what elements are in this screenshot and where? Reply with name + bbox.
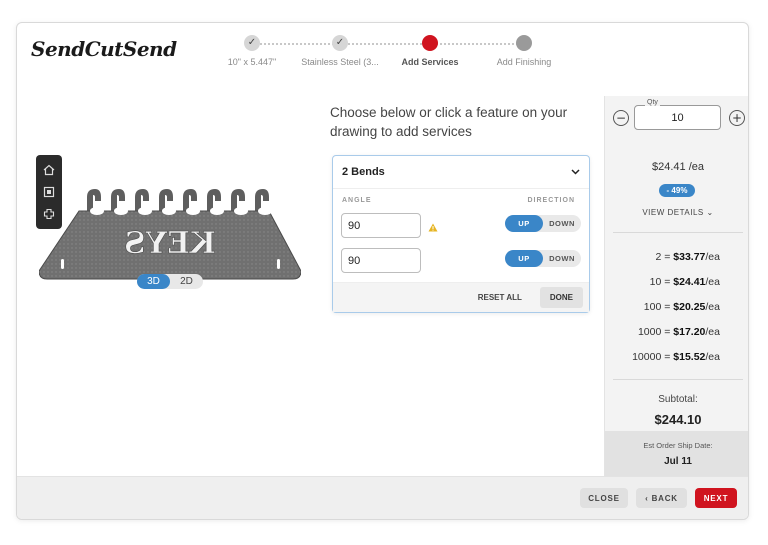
mount-slot	[61, 259, 64, 269]
tier-price: $17.20	[673, 326, 706, 338]
bend-row: UP DOWN	[333, 243, 589, 278]
step-material[interactable]: ✓ Stainless Steel (3...	[295, 33, 385, 67]
tier-price: $20.25	[673, 301, 706, 313]
price-tier: 100 = $20.25/ea	[644, 301, 720, 313]
step-label: Add Services	[401, 57, 459, 67]
subtotal-label: Subtotal:	[658, 394, 698, 405]
step-dimensions[interactable]: ✓ 10" x 5.447"	[207, 33, 297, 67]
progress-stepper: ✓ 10" x 5.447" ✓ Stainless Steel (3... A…	[207, 33, 567, 73]
tier-price: $15.52	[673, 351, 706, 363]
done-button[interactable]: DONE	[539, 287, 583, 308]
next-button[interactable]: NEXT	[695, 488, 737, 508]
bends-section-header[interactable]: 2 Bends	[333, 156, 589, 189]
check-icon: ✓	[244, 35, 260, 51]
tier-price: $24.41	[673, 276, 706, 288]
view-mode-toggle: 3D 2D	[137, 274, 203, 289]
back-button[interactable]: ‹ BACK	[636, 488, 687, 508]
step-add-finishing[interactable]: Add Finishing	[479, 33, 569, 67]
quantity-stepper: − Qty +	[611, 99, 745, 134]
services-prompt: Choose below or click a feature on your …	[330, 105, 568, 139]
direction-column-header: DIRECTION	[527, 197, 575, 204]
bend-angle-input[interactable]	[341, 213, 421, 238]
part-cutout-text: KEYS	[124, 226, 216, 261]
discount-badge: - 49%	[659, 184, 695, 197]
direction-down-option[interactable]: DOWN	[543, 215, 581, 232]
reset-all-button[interactable]: RESET ALL	[468, 287, 532, 308]
app-window: SendCutSend ✓ 10" x 5.447" ✓ Stainless S…	[16, 22, 749, 520]
warning-icon	[428, 219, 438, 237]
tier-unit: /ea	[705, 276, 720, 288]
check-icon: ✓	[332, 35, 348, 51]
tier-qty: 10 =	[649, 276, 674, 288]
tier-unit: /ea	[705, 351, 720, 363]
bend-direction-toggle: UP DOWN	[505, 250, 581, 267]
direction-up-option[interactable]: UP	[505, 250, 543, 267]
tier-qty: 10000 =	[632, 351, 674, 363]
tier-price: $33.77	[673, 251, 706, 263]
direction-up-option[interactable]: UP	[505, 215, 543, 232]
ship-date-label: Est Order Ship Date:	[643, 441, 713, 450]
price-tier: 1000 = $17.20/ea	[638, 326, 720, 338]
tier-unit: /ea	[705, 301, 720, 313]
part-preview[interactable]: KEYS	[39, 183, 301, 283]
bend-row: UP DOWN	[333, 208, 589, 243]
chevron-down-icon	[571, 166, 580, 178]
step-label: Stainless Steel (3...	[301, 57, 379, 67]
divider	[613, 379, 743, 380]
current-step-dot	[422, 35, 438, 51]
view-2d-option[interactable]: 2D	[170, 274, 203, 289]
ship-date-box: Est Order Ship Date: Jul 11	[605, 431, 748, 478]
view-3d-option[interactable]: 3D	[137, 274, 170, 289]
subtotal-value: $244.10	[654, 412, 702, 427]
tier-qty: 100 =	[643, 301, 674, 313]
ship-date-value: Jul 11	[664, 456, 692, 467]
modal-footer: CLOSE ‹ BACK NEXT	[17, 476, 748, 519]
divider	[613, 232, 743, 233]
angle-column-header: ANGLE	[342, 197, 372, 204]
mount-slot	[277, 259, 280, 269]
bend-column-headers: ANGLE DIRECTION	[333, 189, 589, 204]
brand-logo[interactable]: SendCutSend	[31, 37, 177, 61]
tier-unit: /ea	[705, 251, 720, 263]
bend-direction-toggle: UP DOWN	[505, 215, 581, 232]
step-label: 10" x 5.447"	[227, 57, 277, 67]
pending-step-dot	[516, 35, 532, 51]
decrease-qty-button[interactable]: −	[613, 110, 629, 126]
unit-price: $24.41 /ea	[652, 161, 704, 173]
increase-qty-button[interactable]: +	[729, 110, 745, 126]
bend-angle-input[interactable]	[341, 248, 421, 273]
qty-label: Qty	[645, 99, 660, 106]
price-tier: 10 = $24.41/ea	[650, 276, 720, 288]
direction-down-option[interactable]: DOWN	[543, 250, 581, 267]
price-tier: 2 = $33.77/ea	[655, 251, 720, 263]
home-icon[interactable]	[41, 162, 57, 178]
tier-qty: 2 =	[655, 251, 674, 263]
close-button[interactable]: CLOSE	[580, 488, 628, 508]
view-details-link[interactable]: VIEW DETAILS ⌄	[605, 208, 748, 217]
step-label: Add Finishing	[496, 57, 552, 67]
step-add-services[interactable]: Add Services	[385, 33, 475, 67]
price-tier: 10000 = $15.52/ea	[632, 351, 720, 363]
quantity-input[interactable]	[634, 105, 721, 130]
pricing-panel: − Qty + $24.41 /ea - 49% VIEW DETAILS ⌄ …	[604, 96, 748, 478]
bends-card-footer: RESET ALL DONE	[333, 282, 589, 312]
tier-qty: 1000 =	[637, 326, 674, 338]
tier-unit: /ea	[705, 326, 720, 338]
bends-section-title: 2 Bends	[342, 166, 385, 178]
bends-service-card: 2 Bends ANGLE DIRECTION UP DOWN UP DOWN	[332, 155, 590, 313]
